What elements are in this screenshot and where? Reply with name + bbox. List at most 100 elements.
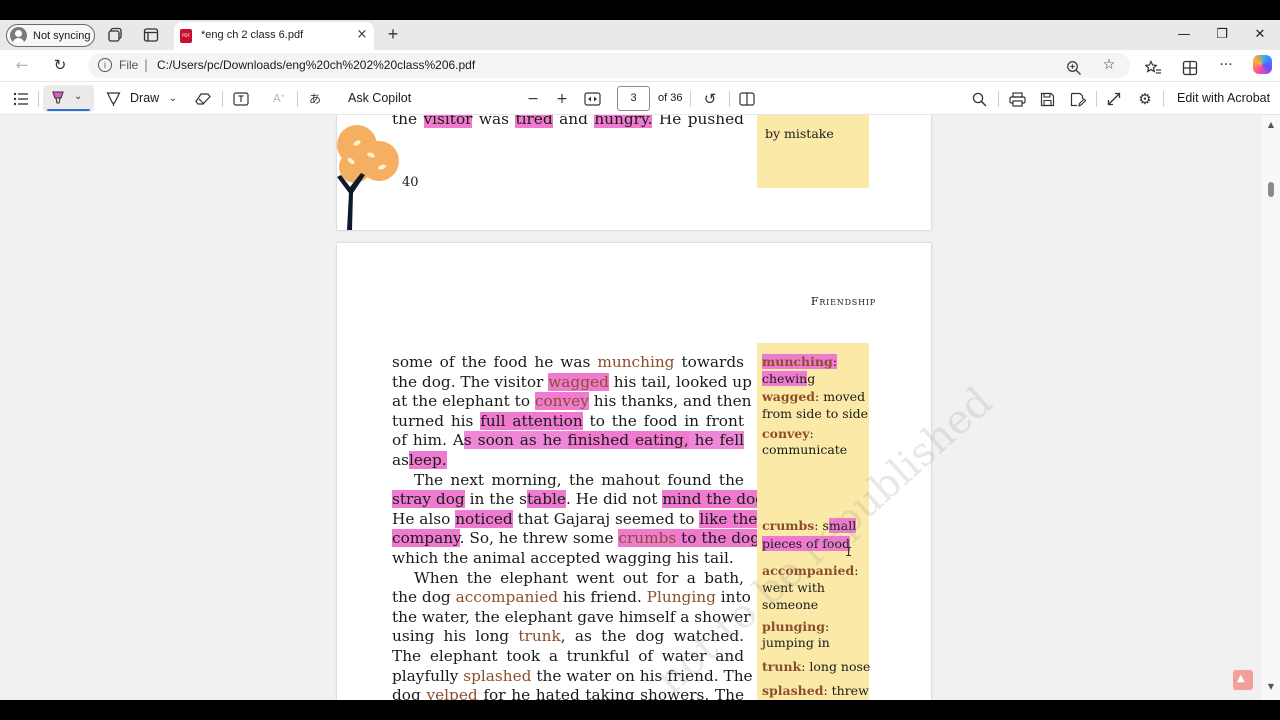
- refresh-button[interactable]: ↻: [50, 55, 70, 75]
- search-icon[interactable]: [972, 92, 987, 107]
- text-line: of him. As soon as he finished eating, h…: [392, 431, 744, 450]
- text-line: turned his full attention to the food in…: [392, 411, 744, 430]
- draw-label[interactable]: Draw: [130, 91, 159, 105]
- text-line: at the elephant to convey his thanks, an…: [392, 392, 752, 411]
- text-line: He also noticed that Gajaraj seemed to l…: [392, 509, 758, 528]
- text-line: the dog. The visitor wagged his tail, lo…: [392, 372, 752, 391]
- zoom-icon[interactable]: [1066, 60, 1082, 76]
- text-box-icon[interactable]: [233, 92, 249, 106]
- text-line: which the animal accepted wagging his ta…: [392, 549, 734, 567]
- glossary-entry: convey:: [762, 426, 814, 441]
- tab-active[interactable]: *eng ch 2 class 6.pdf ×: [174, 22, 374, 50]
- pdf-page-current: Friendship some of the food he was munch…: [337, 243, 1001, 700]
- text-line: some of the food he was munching towards: [392, 353, 744, 371]
- edit-with-acrobat-button[interactable]: Edit with Acrobat: [1177, 91, 1270, 105]
- page-number-input[interactable]: 3: [617, 86, 650, 111]
- pdf-page-prev: the visitor was tired and hungry. He pus…: [337, 115, 931, 230]
- url-scheme: File: [119, 58, 139, 72]
- tab-bar: Not syncing *eng ch 2 class 6.pdf × + — …: [0, 20, 1280, 50]
- browser-window: Not syncing *eng ch 2 class 6.pdf × + — …: [0, 20, 1280, 700]
- tab-close-icon[interactable]: ×: [354, 27, 370, 43]
- eraser-icon[interactable]: [195, 92, 211, 106]
- acrobat-icon[interactable]: [1233, 670, 1253, 690]
- glossary-entry: plunging:: [762, 619, 830, 634]
- text-line: When the elephant went out for a bath,: [414, 568, 744, 587]
- url-separator: |: [144, 58, 149, 72]
- active-tool-indicator: [47, 109, 90, 111]
- address-bar[interactable]: i File | C:/Users/pc/Downloads/eng%20ch%…: [88, 53, 1130, 78]
- url-text[interactable]: C:/Users/pc/Downloads/eng%20ch%202%20cla…: [157, 58, 475, 72]
- page-number: 40: [402, 175, 419, 190]
- zoom-in-icon[interactable]: +: [554, 90, 570, 108]
- glossary-entry: munching:: [762, 354, 837, 369]
- close-window-button[interactable]: ✕: [1251, 26, 1269, 44]
- toolbar-divider: [297, 91, 298, 107]
- profile-label: Not syncing: [33, 29, 91, 42]
- scroll-up-icon[interactable]: ▲: [1266, 120, 1276, 130]
- fit-page-icon[interactable]: [584, 92, 601, 106]
- workspaces-icon[interactable]: [108, 27, 124, 43]
- translate-icon[interactable]: あ: [306, 90, 324, 108]
- scroll-thumb[interactable]: [1268, 182, 1274, 197]
- profile-button[interactable]: Not syncing: [6, 24, 95, 47]
- ask-copilot-button[interactable]: Ask Copilot: [348, 91, 411, 105]
- tab-title: *eng ch 2 class 6.pdf: [201, 29, 304, 41]
- tab-actions-icon[interactable]: [143, 27, 159, 43]
- address-bar-row: ← ↻ i File | C:/Users/pc/Downloads/eng%2…: [0, 50, 1280, 81]
- highlighter-icon: [52, 91, 64, 104]
- minimize-button[interactable]: —: [1175, 26, 1193, 44]
- collections-icon[interactable]: [1182, 60, 1198, 76]
- text-line: the water, the elephant gave himself a s…: [392, 607, 751, 626]
- toolbar-divider: [998, 91, 999, 107]
- rotate-icon[interactable]: ↺: [701, 90, 719, 108]
- text-line: company. So, he threw some crumbs to the…: [392, 529, 765, 548]
- glossary-entry: splashed: threw: [762, 683, 869, 698]
- copilot-icon[interactable]: [1253, 55, 1272, 74]
- text-line: The next morning, the mahout found the: [414, 470, 744, 489]
- gear-icon[interactable]: ⚙: [1136, 90, 1154, 108]
- glossary-entry: trunk: long nose: [762, 659, 871, 674]
- scrollbar[interactable]: ▲ ▼: [1262, 115, 1280, 700]
- glossary-def: from side to side: [762, 406, 869, 421]
- save-as-icon[interactable]: [1070, 92, 1086, 107]
- more-menu-icon[interactable]: ···: [1216, 55, 1236, 75]
- gloss-fragment: by mistake: [765, 126, 834, 141]
- glossary-def: chewing: [762, 371, 816, 386]
- tree-illustration: [337, 125, 399, 230]
- toolbar-divider: [729, 91, 730, 107]
- toolbar-divider: [1096, 91, 1097, 107]
- toolbar-divider: [1163, 91, 1164, 107]
- text-line: the dog accompanied his friend. Plunging…: [392, 588, 751, 607]
- page-view-icon[interactable]: [739, 92, 755, 106]
- pdf-file-icon: [180, 29, 192, 43]
- highlight-tool-button[interactable]: ⌄: [43, 85, 94, 112]
- scroll-down-icon[interactable]: ▼: [1266, 682, 1276, 692]
- favorites-icon[interactable]: [1145, 60, 1162, 76]
- save-icon[interactable]: [1040, 92, 1055, 107]
- glossary-def: communicate: [762, 442, 848, 457]
- draw-icon[interactable]: [106, 91, 121, 107]
- print-icon[interactable]: [1009, 92, 1026, 107]
- text-line: asleep.: [392, 451, 447, 469]
- chevron-down-icon[interactable]: ⌄: [167, 90, 179, 108]
- toolbar-divider: [38, 91, 39, 107]
- glossary-box: by mistake: [757, 115, 869, 188]
- back-button[interactable]: ←: [12, 55, 32, 75]
- text-line: stray dog in the stable. He did not mind…: [392, 490, 770, 509]
- glossary-entry: wagged: moved: [762, 389, 866, 404]
- toolbar-divider: [222, 91, 223, 107]
- new-tab-button[interactable]: +: [384, 25, 402, 43]
- info-icon[interactable]: i: [98, 58, 112, 72]
- favorite-star-icon[interactable]: ☆: [1099, 55, 1119, 75]
- contents-list-icon[interactable]: [13, 92, 29, 106]
- restore-button[interactable]: ❐: [1213, 26, 1231, 44]
- read-aloud-icon: Aᐩ: [273, 92, 285, 105]
- zoom-out-icon[interactable]: −: [525, 90, 541, 108]
- pdf-viewer[interactable]: the visitor was tired and hungry. He pus…: [0, 115, 1280, 700]
- avatar-icon: [10, 27, 27, 44]
- text-line: the visitor was tired and hungry. He pus…: [392, 115, 744, 130]
- fullscreen-icon[interactable]: [1107, 92, 1121, 106]
- pdf-toolbar: ⌄ Draw ⌄ Aᐩ あ Ask Copilot − + 3 of 36 ↺ …: [0, 81, 1280, 115]
- chevron-down-icon[interactable]: ⌄: [74, 91, 82, 102]
- page-total: of 36: [658, 92, 683, 104]
